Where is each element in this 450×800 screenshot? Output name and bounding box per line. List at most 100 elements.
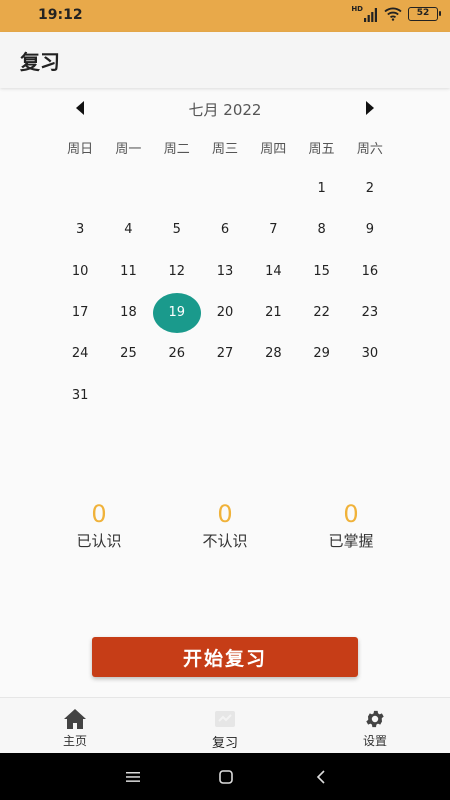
calendar-day-number: 1	[317, 181, 326, 197]
calendar-day-number: 2	[365, 181, 375, 197]
calendar-day[interactable]: 2	[346, 168, 394, 209]
nav-item-home[interactable]: 主页	[30, 698, 120, 754]
calendar-day-number: 17	[71, 305, 89, 321]
triangle-right-icon	[366, 101, 374, 115]
calendar-day[interactable]: 21	[249, 292, 297, 333]
calendar-day-selected[interactable]: 19	[152, 292, 201, 333]
calendar-day[interactable]: 6	[201, 209, 249, 250]
calendar-day-number: 30	[361, 346, 379, 362]
weekday-label: 周五	[308, 142, 335, 157]
calendar-day-number: 19	[152, 292, 201, 333]
stat-unknown: 0 不认识	[175, 500, 275, 551]
calendar-day[interactable]: 1	[297, 168, 345, 209]
calendar-day[interactable]: 9	[346, 209, 394, 250]
calendar-day-empty	[249, 168, 297, 209]
calendar-day[interactable]: 29	[297, 333, 345, 374]
battery-icon: 52	[408, 7, 441, 21]
calendar-day[interactable]: 20	[201, 292, 249, 333]
calendar-day[interactable]: 11	[104, 251, 152, 292]
stat-mastered-value: 0	[343, 500, 359, 528]
weekday-label: 周一	[115, 142, 142, 157]
start-review-button[interactable]: 开始复习	[92, 637, 358, 677]
weekday-label: 周日	[67, 142, 94, 157]
next-month-button[interactable]	[358, 96, 382, 120]
calendar-day-number: 13	[216, 263, 234, 279]
calendar-day-number: 4	[124, 222, 133, 238]
nav-label-settings: 设置	[362, 734, 387, 748]
home-icon	[64, 709, 86, 729]
calendar-day[interactable]: 16	[346, 251, 394, 292]
calendar-day[interactable]: 13	[201, 251, 249, 292]
calendar-day[interactable]: 31	[56, 374, 104, 415]
bottom-nav: 主页 复习 设置	[0, 697, 450, 753]
menu-icon	[126, 772, 140, 782]
stat-mastered: 0 已掌握	[301, 500, 401, 551]
calendar-day[interactable]: 3	[56, 209, 104, 250]
back-icon	[316, 770, 325, 784]
menu-button[interactable]	[123, 767, 143, 787]
signal-icon: HD	[351, 6, 378, 22]
calendar-day-number: 9	[365, 222, 375, 238]
calendar-day[interactable]: 17	[56, 292, 104, 333]
calendar-day-empty	[201, 168, 249, 209]
weekday-label: 周四	[260, 142, 287, 157]
calendar-day-number: 25	[120, 346, 137, 362]
calendar-day[interactable]: 26	[153, 333, 201, 374]
calendar-day-number: 29	[313, 346, 330, 362]
stats-row: 0 已认识 0 不认识 0 已掌握	[0, 500, 450, 560]
calendar-day-number: 3	[76, 222, 85, 238]
calendar-month-label: 七月 2022	[188, 101, 262, 119]
calendar-day-number: 24	[71, 346, 89, 362]
calendar-header: 七月 2022	[0, 88, 450, 128]
stat-known: 0 已认识	[49, 500, 149, 551]
review-icon	[215, 711, 235, 727]
calendar-day-number: 8	[317, 222, 326, 238]
calendar-day-number: 11	[120, 263, 137, 279]
calendar-day[interactable]: 28	[249, 333, 297, 374]
home-system-button[interactable]	[216, 767, 236, 787]
calendar-day[interactable]: 30	[346, 333, 394, 374]
weekday-label: 周三	[211, 142, 238, 157]
calendar-day[interactable]: 27	[201, 333, 249, 374]
app-bar: 复习	[0, 32, 450, 88]
calendar-day[interactable]: 10	[56, 251, 104, 292]
status-bar: 19:12 HD 52	[0, 0, 450, 32]
calendar-day-number: 5	[172, 222, 181, 238]
status-time: 19:12	[38, 7, 83, 23]
nav-label-home: 主页	[62, 734, 87, 748]
calendar-day-number: 21	[265, 305, 282, 321]
calendar-day[interactable]: 25	[104, 333, 152, 374]
calendar-day-number: 27	[216, 346, 234, 362]
stat-unknown-value: 0	[217, 500, 233, 528]
weekday-label: 周六	[356, 142, 383, 157]
network-label: HD	[351, 5, 363, 13]
calendar-day[interactable]: 7	[249, 209, 297, 250]
calendar-day-number: 10	[71, 263, 89, 279]
calendar-day[interactable]: 4	[104, 209, 152, 250]
calendar-day-number: 12	[168, 263, 186, 279]
calendar-day[interactable]: 8	[297, 209, 345, 250]
calendar-day-grid: 1 2 3 4 5 6 7 8 9 10 11 12 13 14 15 16 17 18 19 20 21 22 23 24 2…	[56, 168, 394, 416]
calendar-day-number: 18	[120, 305, 137, 321]
calendar-day-number: 20	[216, 305, 234, 321]
calendar-day-number: 26	[168, 346, 186, 362]
calendar-day-number: 7	[269, 222, 278, 238]
stat-known-label: 已认识	[76, 532, 122, 550]
calendar-day[interactable]: 14	[249, 251, 297, 292]
wifi-icon	[384, 7, 402, 21]
calendar-day-number: 28	[265, 346, 282, 362]
calendar-day[interactable]: 18	[104, 292, 152, 333]
calendar-day[interactable]: 22	[297, 292, 345, 333]
nav-label-review: 复习	[211, 736, 238, 751]
weekday-row: 周日 周一 周二 周三 周四 周五 周六	[56, 138, 394, 160]
nav-item-settings[interactable]: 设置	[330, 698, 420, 754]
calendar-day[interactable]: 24	[56, 333, 104, 374]
nav-item-review[interactable]: 复习	[180, 698, 270, 754]
calendar-day[interactable]: 15	[297, 251, 345, 292]
status-icons: HD 52	[351, 6, 441, 22]
calendar-day[interactable]: 23	[346, 292, 394, 333]
calendar-day[interactable]: 12	[153, 251, 201, 292]
calendar-day[interactable]: 5	[153, 209, 201, 250]
calendar-day-number: 22	[313, 305, 330, 321]
back-system-button[interactable]	[311, 767, 331, 787]
